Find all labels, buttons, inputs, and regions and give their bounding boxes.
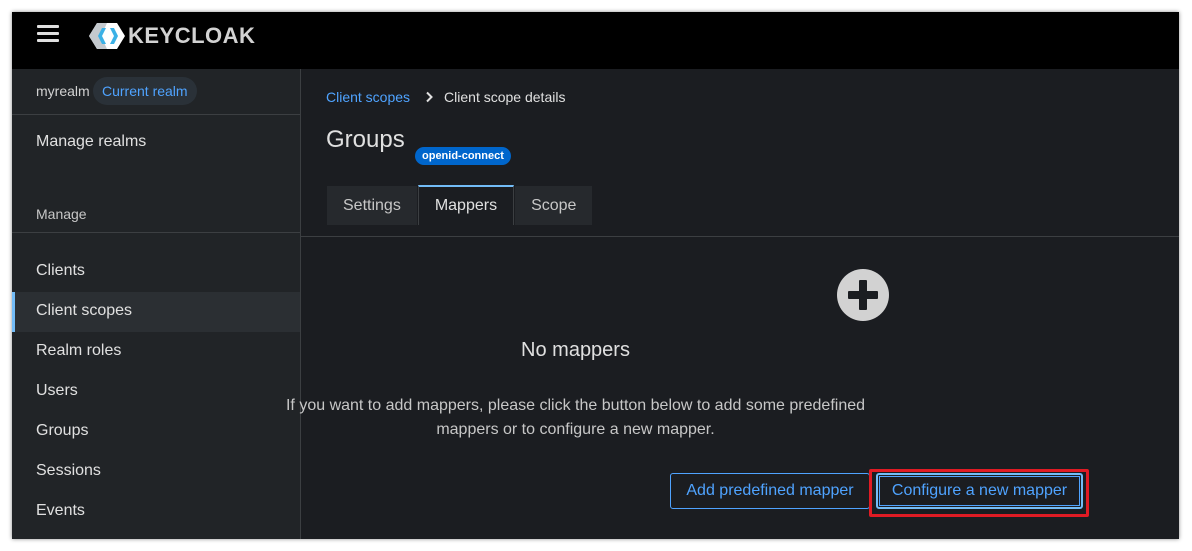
add-predefined-mapper-button[interactable]: Add predefined mapper xyxy=(670,473,870,509)
breadcrumb: Client scopes Client scope details xyxy=(326,89,565,105)
tabs: Settings Mappers Scope xyxy=(326,185,594,225)
sidebar-item-label: Clients xyxy=(36,262,85,279)
tab-mappers[interactable]: Mappers xyxy=(417,185,515,225)
nav-divider xyxy=(12,232,300,233)
sidebar-item-label: Sessions xyxy=(36,462,101,479)
keycloak-logo[interactable]: KEYCLOAK xyxy=(88,22,255,50)
realm-name: myrealm xyxy=(36,83,90,99)
realm-selector[interactable]: myrealm Current realm xyxy=(12,69,300,115)
hamburger-menu-icon[interactable] xyxy=(37,25,59,43)
empty-state-title: No mappers xyxy=(521,339,630,361)
brand-text: KEYCLOAK xyxy=(128,23,256,48)
protocol-label: openid-connect xyxy=(415,147,511,165)
sidebar: myrealm Current realm Manage realms Mana… xyxy=(12,69,301,539)
plus-circle-icon xyxy=(837,269,889,321)
keycloak-logo-icon xyxy=(89,23,125,49)
sidebar-item-label: Events xyxy=(36,502,85,519)
manage-realms-link[interactable]: Manage realms xyxy=(36,133,146,151)
sidebar-item-client-scopes[interactable]: Client scopes xyxy=(12,292,300,332)
empty-state-body: If you want to add mappers, please click… xyxy=(12,394,1139,442)
breadcrumb-client-scopes-link[interactable]: Client scopes xyxy=(326,89,410,105)
sidebar-item-clients[interactable]: Clients xyxy=(12,252,300,292)
tabs-divider xyxy=(301,236,1179,237)
page-title: Groups xyxy=(326,126,405,153)
sidebar-item-events[interactable]: Events xyxy=(12,492,300,532)
main-content: Client scopes Client scope details Group… xyxy=(286,69,1179,539)
masthead: KEYCLOAK xyxy=(12,12,1179,69)
empty-state-body-line-2: mappers or to configure a new mapper. xyxy=(436,421,715,438)
breadcrumb-current: Client scope details xyxy=(444,89,566,105)
sidebar-item-sessions[interactable]: Sessions xyxy=(12,452,300,492)
tab-scope[interactable]: Scope xyxy=(514,185,594,225)
empty-state-body-line-1: If you want to add mappers, please click… xyxy=(285,397,866,414)
chevron-right-icon xyxy=(426,91,433,103)
configure-new-mapper-button[interactable]: Configure a new mapper xyxy=(876,473,1083,509)
sidebar-item-label: Client scopes xyxy=(36,302,133,319)
app-window: KEYCLOAK myrealm Current realm Manage re… xyxy=(12,12,1179,539)
tab-settings[interactable]: Settings xyxy=(326,185,418,225)
current-realm-badge: Current realm xyxy=(93,77,197,105)
nav-section-title: Manage xyxy=(36,206,87,222)
